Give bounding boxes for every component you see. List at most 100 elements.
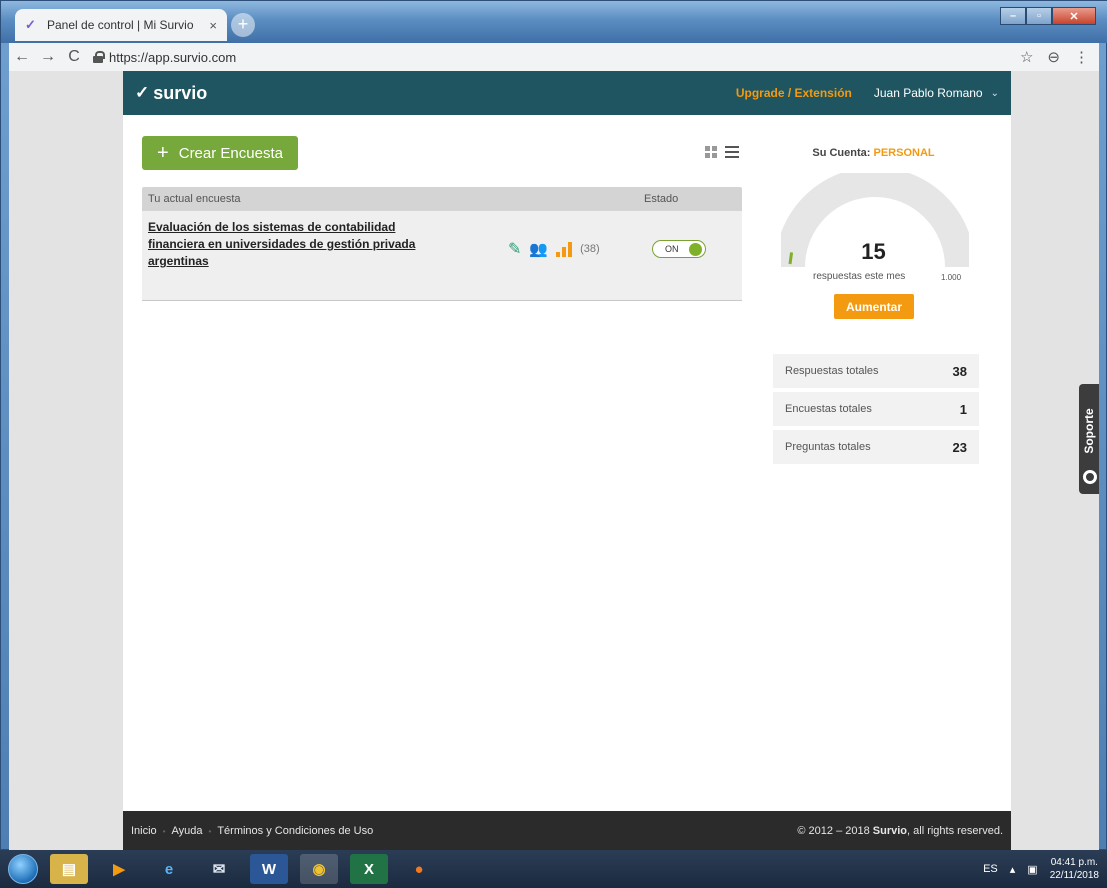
forward-icon[interactable]: → [35,48,61,66]
gauge-caption: respuestas este mes [813,271,906,282]
create-survey-button[interactable]: + Crear Encuesta [142,136,298,170]
app-header: ✓ survio Upgrade / Extensión Juan Pablo … [123,71,1011,115]
footer-link-home[interactable]: Inicio [131,825,157,837]
results-bars-icon[interactable] [556,241,573,257]
separator-dot: • [208,826,212,836]
start-button[interactable] [8,854,38,884]
account-title: Su Cuenta: PERSONAL [771,147,976,159]
close-window-button[interactable]: ✕ [1052,7,1096,25]
browser-menu-icon[interactable]: ⋮ [1074,48,1089,66]
survey-title-link[interactable]: Evaluación de los sistemas de contabilid… [148,219,438,270]
survio-favicon-icon: ✓ [25,17,36,32]
column-state: Estado [644,193,679,205]
clock-time: 04:41 p.m. [1050,857,1098,868]
stat-value: 23 [952,439,967,455]
row-actions: ✎ 👥 (38) [508,239,600,259]
explorer-icon[interactable]: ▤ [50,854,88,884]
minimize-button[interactable]: – [1000,7,1026,25]
page-viewport: ✓ survio Upgrade / Extensión Juan Pablo … [9,71,1099,851]
back-icon[interactable]: ← [9,48,35,66]
url-text: https://app.survio.com [109,49,237,65]
user-menu[interactable]: Juan Pablo Romano ⌄ [874,86,999,100]
support-tab[interactable]: Soporte [1079,384,1099,494]
stat-value: 38 [952,363,967,379]
reload-icon[interactable]: C [61,48,87,66]
bookmark-star-icon[interactable]: ☆ [1020,48,1033,66]
window-controls: – ▫ ✕ [1000,7,1096,25]
toggle-label: ON [665,244,679,254]
language-indicator[interactable]: ES [983,863,998,875]
toggle-knob [689,242,702,256]
footer: Inicio • Ayuda • Términos y Condiciones … [123,811,1011,851]
browser-tab[interactable]: ✓ Panel de control | Mi Survio × [15,9,227,41]
stat-label: Preguntas totales [785,441,871,453]
user-name: Juan Pablo Romano [873,86,983,100]
survio-check-icon: ✓ [135,83,150,102]
maximize-button[interactable]: ▫ [1026,7,1052,25]
address-bar-row: ← → C https://app.survio.com ☆ ⊖ ⋮ [9,43,1099,71]
thunderbird-icon[interactable]: ✉ [200,854,238,884]
stat-label: Respuestas totales [785,365,879,377]
separator-dot: • [162,826,166,836]
tray-arrow-icon[interactable]: ▴ [1010,863,1016,876]
gauge-max: 1.000 [941,273,962,282]
account-plan: PERSONAL [873,147,935,159]
copyright: © 2012 – 2018 Survio, all rights reserve… [797,825,1003,837]
footer-nav: Inicio • Ayuda • Términos y Condiciones … [131,825,373,837]
stat-total-questions: Preguntas totales 23 [773,430,979,464]
media-player-icon[interactable]: ▶ [100,854,138,884]
plus-icon: + [157,142,169,164]
url-field[interactable]: https://app.survio.com [93,50,1020,65]
browser-actions: ☆ ⊖ ⋮ [1020,48,1099,66]
list-view-icon[interactable] [725,146,739,158]
survio-logo[interactable]: ✓ survio [135,83,207,104]
support-label: Soporte [1082,408,1096,454]
account-label: Su Cuenta: [812,147,871,159]
grid-view-icon[interactable] [705,146,719,158]
chevron-down-icon: ⌄ [990,87,999,99]
response-count: (38) [580,243,600,255]
copyright-suffix: , all rights reserved. [907,825,1003,837]
stat-total-surveys: Encuestas totales 1 [773,392,979,426]
view-toggle [705,146,739,158]
gauge-value: 15 [861,239,886,264]
survey-state-toggle[interactable]: ON [652,240,706,258]
new-tab-button[interactable]: + [231,13,255,37]
stats-list: Respuestas totales 38 Encuestas totales … [773,354,979,468]
lock-icon [93,51,105,63]
table-row: Evaluación de los sistemas de contabilid… [142,211,742,301]
copyright-brand: Survio [872,825,908,837]
system-tray: ES ▴ ▣ 04:41 p.m. 22/11/2018 [983,856,1107,882]
lifebuoy-icon [1083,470,1097,484]
create-survey-label: Crear Encuesta [178,144,283,162]
footer-link-help[interactable]: Ayuda [172,825,203,837]
footer-link-terms[interactable]: Términos y Condiciones de Uso [217,825,373,837]
firefox-icon[interactable]: ● [400,854,438,884]
tab-close-icon[interactable]: × [209,18,217,33]
collect-users-icon[interactable]: 👥 [529,240,548,258]
header-actions: Upgrade / Extensión Juan Pablo Romano ⌄ [736,86,999,100]
increase-button[interactable]: Aumentar [834,294,914,319]
stat-label: Encuestas totales [785,403,872,415]
profile-icon[interactable]: ⊖ [1047,48,1060,66]
column-survey: Tu actual encuesta [148,193,241,205]
copyright-years: © 2012 – 2018 [797,825,870,837]
upgrade-link[interactable]: Upgrade / Extensión [736,86,852,100]
taskbar: ▤ ▶ e ✉ W ◉ X ● ES ▴ ▣ 04:41 p.m. 22/11/… [0,850,1107,888]
clock-date: 22/11/2018 [1049,870,1099,881]
chrome-icon[interactable]: ◉ [300,854,338,884]
edit-pencil-icon[interactable]: ✎ [508,239,521,259]
browser-window: – ▫ ✕ ✓ Panel de control | Mi Survio × +… [0,0,1107,851]
network-icon[interactable]: ▣ [1027,863,1037,876]
clock[interactable]: 04:41 p.m. 22/11/2018 [1050,856,1099,882]
excel-icon[interactable]: X [350,854,388,884]
survey-table: Tu actual encuesta Estado Evaluación de … [142,187,742,301]
logo-text: survio [153,82,208,103]
tab-title: Panel de control | Mi Survio [47,18,194,32]
table-header: Tu actual encuesta Estado [142,187,742,211]
stat-value: 1 [959,401,967,417]
word-icon[interactable]: W [250,854,288,884]
internet-explorer-icon[interactable]: e [150,854,188,884]
dashboard-content: + Crear Encuesta Tu actual encuesta Esta… [123,115,1011,811]
stat-total-responses: Respuestas totales 38 [773,354,979,388]
